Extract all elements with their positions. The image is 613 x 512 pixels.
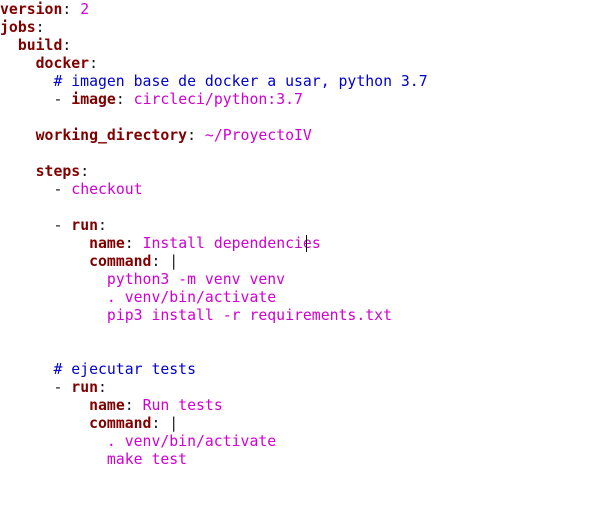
separator: : <box>115 91 134 108</box>
yaml-comment: # imagen base de docker a usar, python 3… <box>53 73 428 90</box>
code-line[interactable]: build: <box>0 37 71 55</box>
code-line[interactable]: version: 2 <box>0 1 89 19</box>
yaml-key: name <box>89 235 125 252</box>
yaml-editor[interactable]: version: 2 jobs: build: docker: # imagen … <box>0 0 613 512</box>
separator: : <box>62 1 81 18</box>
yaml-key: run <box>71 217 99 234</box>
yaml-value: make test <box>106 451 188 468</box>
separator: : <box>62 37 72 54</box>
code-line[interactable]: working_directory: ~/ProyectoIV <box>0 127 312 145</box>
yaml-key: version <box>0 1 63 18</box>
separator: : <box>98 379 107 396</box>
separator: : <box>124 397 143 414</box>
yaml-key: steps <box>35 163 81 180</box>
code-line[interactable]: - run: <box>0 379 107 397</box>
yaml-key: docker <box>35 55 90 72</box>
code-line[interactable]: - image: circleci/python:3.7 <box>0 91 303 109</box>
yaml-value: ~/ProyectoIV <box>204 127 312 144</box>
text-cursor <box>306 235 307 252</box>
code-line[interactable]: command: | <box>0 415 178 433</box>
yaml-key: name <box>89 397 125 414</box>
yaml-key: jobs <box>0 19 36 36</box>
separator: : | <box>151 415 179 432</box>
code-line[interactable]: name: Install dependencies <box>0 235 321 253</box>
yaml-comment: # ejecutar tests <box>53 361 196 378</box>
code-line[interactable]: make test <box>0 451 187 469</box>
code-line[interactable]: name: Run tests <box>0 397 223 415</box>
code-line[interactable]: pip3 install -r requirements.txt <box>0 307 392 325</box>
separator: : <box>124 235 143 252</box>
yaml-value: . venv/bin/activate <box>106 433 277 450</box>
code-line[interactable]: - run: <box>0 217 107 235</box>
code-line[interactable]: . venv/bin/activate <box>0 433 276 451</box>
separator: : <box>98 217 107 234</box>
separator: : <box>35 19 45 36</box>
yaml-value: 2 <box>80 1 90 18</box>
yaml-key: image <box>71 91 116 108</box>
code-line[interactable]: . venv/bin/activate <box>0 289 276 307</box>
code-line[interactable]: steps: <box>0 163 89 181</box>
yaml-value: checkout <box>71 181 143 198</box>
yaml-value: Run tests <box>142 397 223 414</box>
yaml-value: pip3 install -r requirements.txt <box>106 307 392 324</box>
yaml-value: . venv/bin/activate <box>106 289 277 306</box>
separator: : <box>89 55 99 72</box>
separator: : <box>80 163 90 180</box>
yaml-value: python3 -m venv venv <box>106 271 286 288</box>
code-line[interactable]: - checkout <box>0 181 143 199</box>
code-line[interactable]: python3 -m venv venv <box>0 271 285 289</box>
list-dash: - <box>53 91 72 108</box>
code-line[interactable]: jobs: <box>0 19 45 37</box>
yaml-value: circleci/python:3.7 <box>133 91 303 108</box>
yaml-value: Install dependencies <box>142 235 321 252</box>
yaml-key: command <box>89 253 152 270</box>
separator: : <box>187 127 205 144</box>
code-line[interactable]: command: | <box>0 253 178 271</box>
yaml-key: run <box>71 379 99 396</box>
code-line[interactable]: docker: <box>0 55 98 73</box>
code-line[interactable]: # ejecutar tests <box>0 361 196 379</box>
separator: : | <box>151 253 179 270</box>
yaml-key: command <box>89 415 152 432</box>
yaml-key: working_directory <box>35 127 188 144</box>
yaml-key: build <box>17 37 63 54</box>
list-dash: - <box>53 379 72 396</box>
list-dash: - <box>53 217 72 234</box>
list-dash: - <box>53 181 72 198</box>
code-line[interactable]: # imagen base de docker a usar, python 3… <box>0 73 428 91</box>
